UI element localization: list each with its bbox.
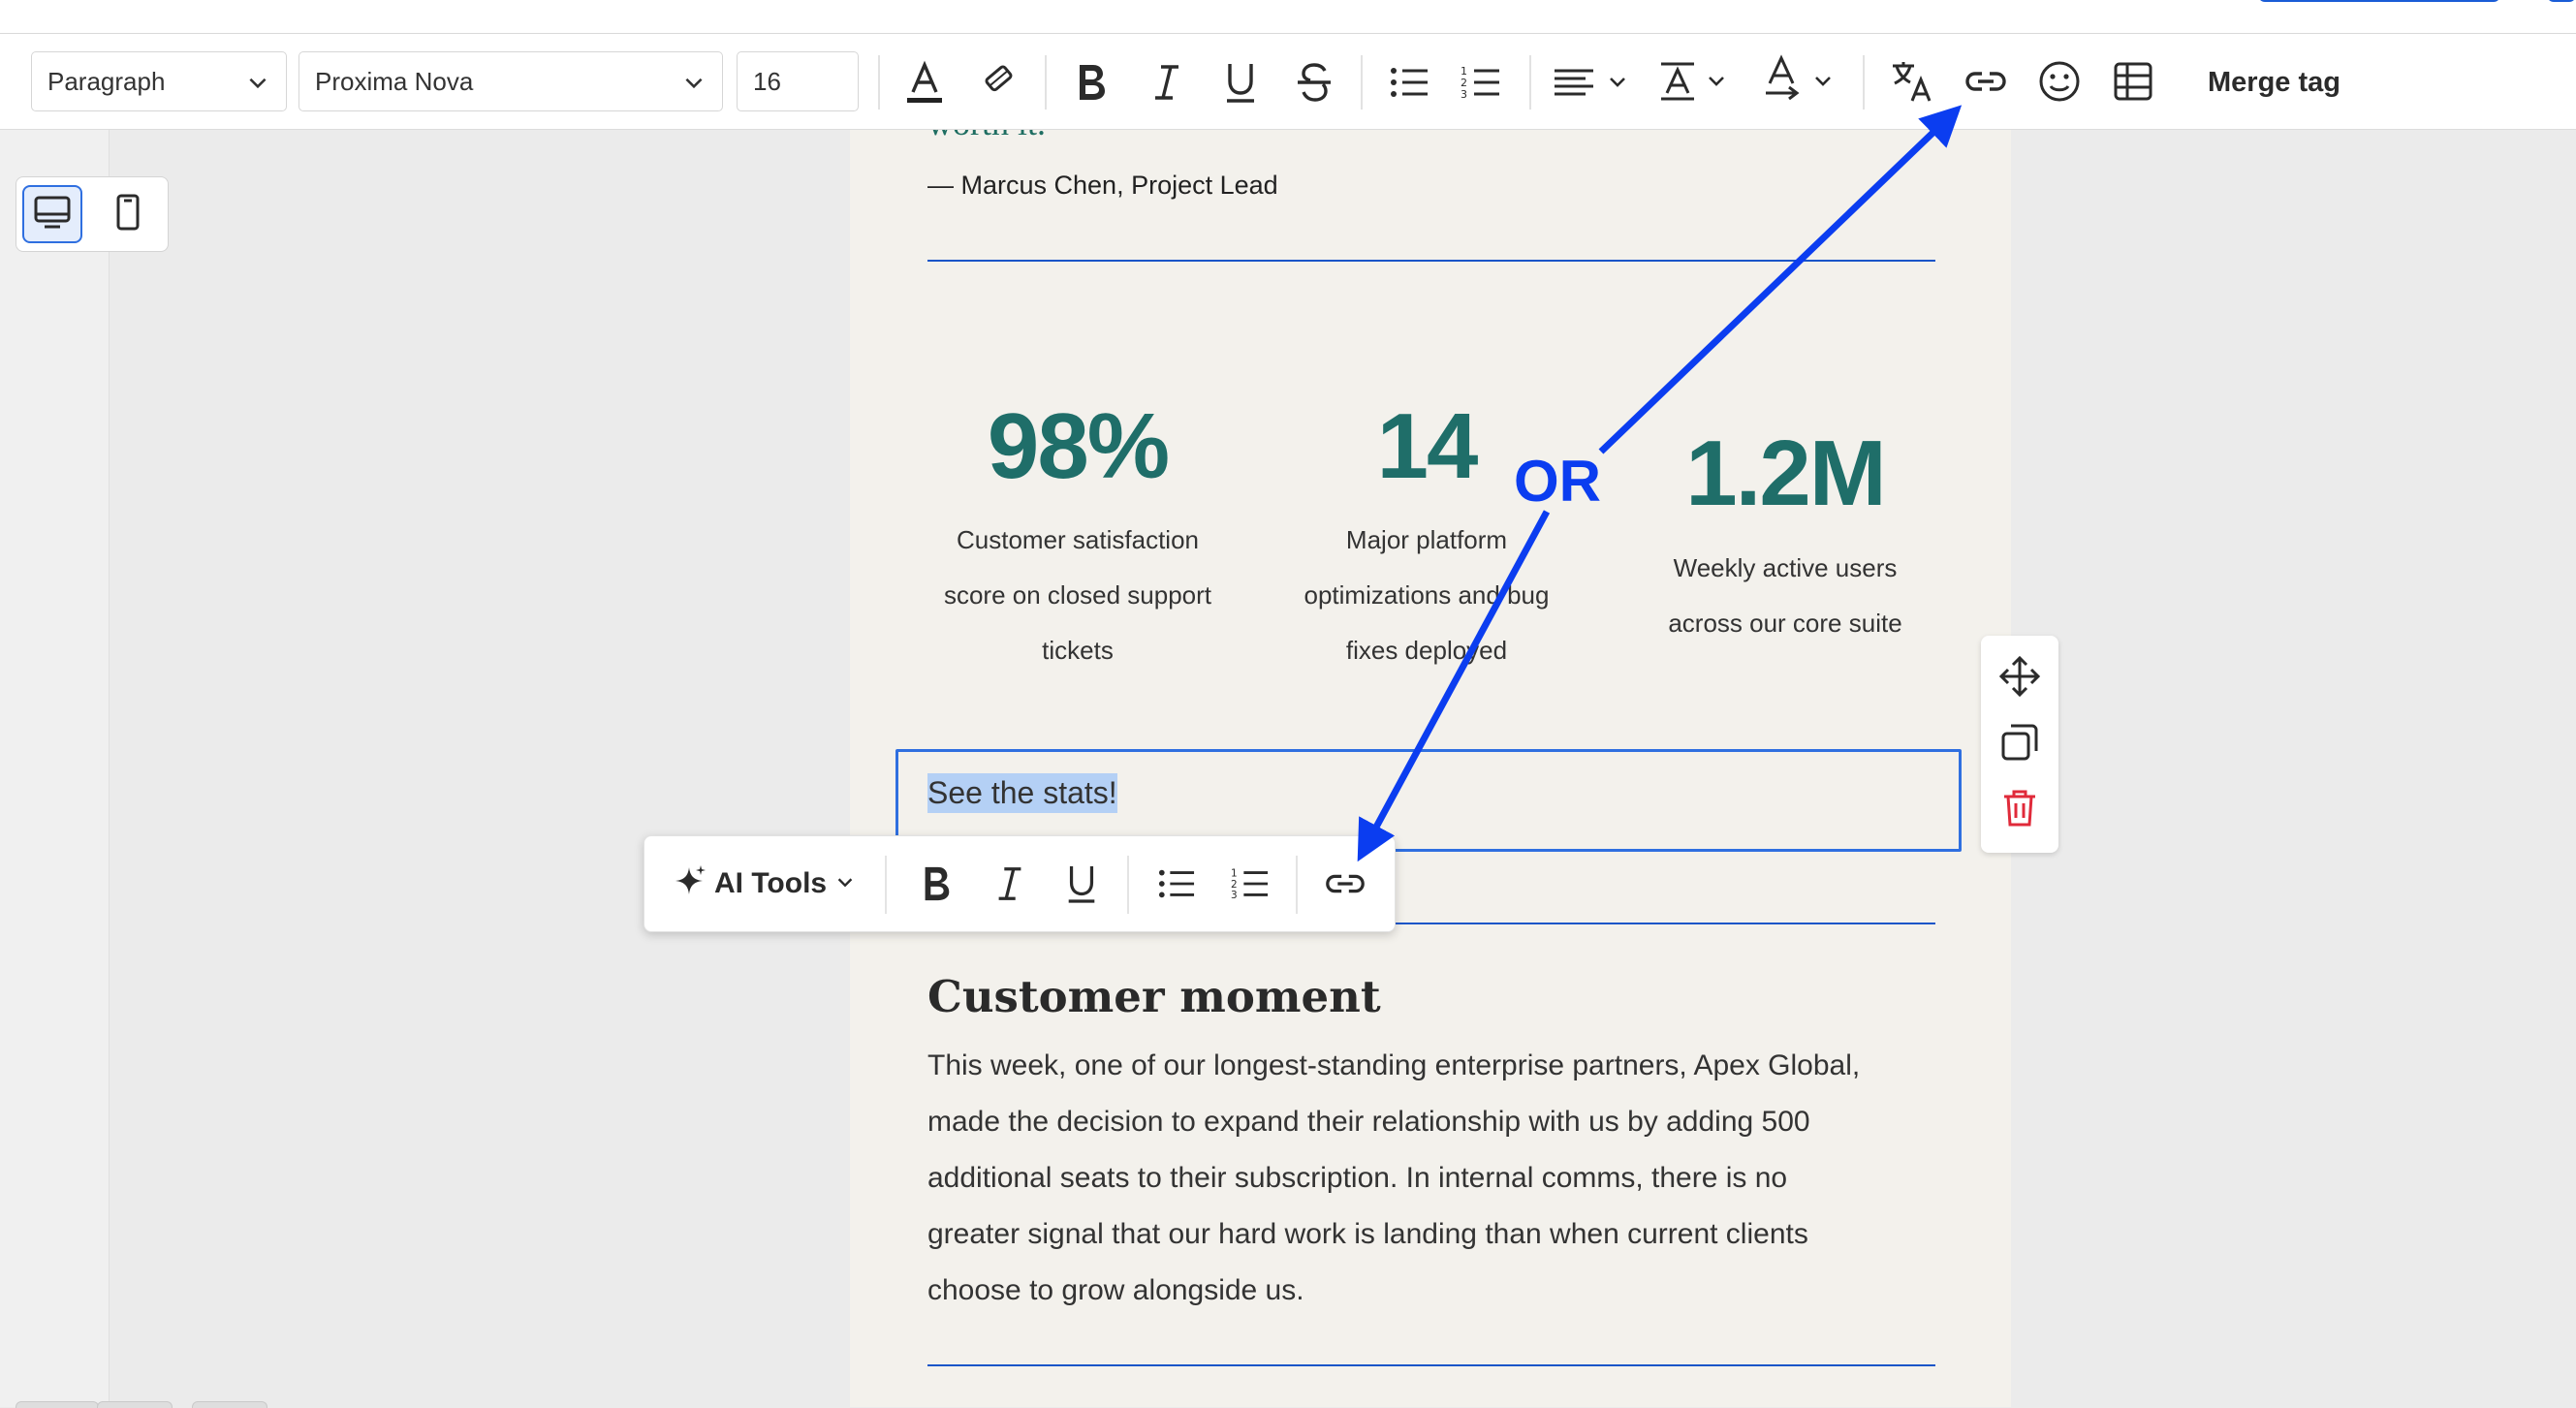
- paragraph-line: made the decision to expand their relati…: [927, 1106, 1810, 1138]
- strikethrough-icon[interactable]: [1289, 57, 1339, 108]
- quote-author: — Marcus Chen, Project Lead: [927, 171, 1278, 200]
- bold-icon[interactable]: [1066, 57, 1116, 108]
- toolbar-divider: [1361, 55, 1363, 110]
- divider: [927, 1364, 1935, 1366]
- translate-icon[interactable]: [1886, 55, 1938, 108]
- toolbar-divider: [1127, 856, 1129, 914]
- toolbar-divider: [1296, 856, 1298, 914]
- numbered-list-icon[interactable]: 123: [1456, 57, 1506, 108]
- publish-button-edge[interactable]: [2258, 0, 2500, 2]
- or-annotation: OR: [1514, 449, 1601, 514]
- toolbar-divider: [878, 55, 880, 110]
- link-icon[interactable]: [1960, 55, 2012, 108]
- block-tools: [1981, 636, 2058, 853]
- stat-line: optimizations and bug: [1304, 580, 1550, 610]
- top-strip: [0, 0, 2576, 34]
- ai-tools-label: AI Tools: [714, 867, 828, 899]
- paragraph-line: This week, one of our longest-standing e…: [927, 1049, 1861, 1081]
- formatting-toolbar: Paragraph Proxima Nova 16 123 Merge tag: [0, 34, 2576, 130]
- stat-description: Weekly active users across our core suit…: [1616, 541, 1955, 651]
- font-family-value: Proxima Nova: [315, 66, 474, 96]
- stat-description: Customer satisfaction score on closed su…: [908, 513, 1247, 678]
- table-icon[interactable]: [2107, 55, 2159, 108]
- block-style-value: Paragraph: [47, 66, 166, 96]
- numbered-list-icon[interactable]: 123: [1224, 858, 1276, 910]
- italic-icon[interactable]: [984, 858, 1036, 910]
- stat-line: Major platform: [1345, 525, 1508, 554]
- left-panel: [0, 130, 110, 1407]
- section-paragraph: This week, one of our longest-standing e…: [927, 1038, 1955, 1319]
- header-button-edge[interactable]: [2547, 0, 2576, 2]
- text-direction-icon[interactable]: [1762, 51, 1845, 111]
- svg-text:1: 1: [1231, 867, 1238, 879]
- text-format-icon[interactable]: [1657, 55, 1741, 110]
- svg-text:3: 3: [1231, 890, 1238, 901]
- stat-line: Weekly active users: [1673, 553, 1898, 582]
- italic-icon[interactable]: [1142, 57, 1192, 108]
- text-color-icon[interactable]: [899, 57, 950, 108]
- toolbar-divider: [1863, 55, 1865, 110]
- font-size-value: 16: [753, 66, 781, 96]
- move-icon[interactable]: [1998, 655, 2041, 698]
- chevron-down-icon: [834, 867, 856, 900]
- stat-value: 98%: [987, 394, 1170, 498]
- underline-icon[interactable]: [1055, 858, 1108, 910]
- font-size-input[interactable]: 16: [737, 51, 859, 111]
- emoji-icon[interactable]: [2033, 55, 2086, 108]
- stat-line: tickets: [1042, 636, 1114, 665]
- email-canvas: worth it. — Marcus Chen, Project Lead 98…: [850, 130, 2011, 1407]
- stat-description: Major platform optimizations and bug fix…: [1257, 513, 1596, 678]
- paragraph-line: additional seats to their subscription. …: [927, 1162, 1788, 1194]
- chevron-down-icon: [681, 70, 707, 102]
- stat-line: across our core suite: [1668, 609, 1902, 638]
- link-icon[interactable]: [1317, 858, 1373, 910]
- divider: [927, 260, 1935, 262]
- mobile-icon: [114, 193, 141, 236]
- paragraph-line: choose to grow alongside us.: [927, 1274, 1304, 1306]
- merge-tag-button[interactable]: Merge tag: [2208, 63, 2340, 102]
- paragraph-line: greater signal that our hard work is lan…: [927, 1218, 1808, 1250]
- svg-text:3: 3: [1461, 88, 1467, 101]
- duplicate-icon[interactable]: [1998, 721, 2041, 764]
- bulleted-list-icon[interactable]: [1150, 858, 1203, 910]
- inline-toolbar: AI Tools 123: [644, 835, 1396, 932]
- toolbar-divider: [1045, 55, 1047, 110]
- quote-text: worth it.: [927, 130, 1046, 143]
- stat-value: 1.2M: [1685, 422, 1886, 525]
- font-family-select[interactable]: Proxima Nova: [298, 51, 723, 111]
- block-style-select[interactable]: Paragraph: [31, 51, 287, 111]
- underline-icon[interactable]: [1215, 57, 1266, 108]
- desktop-icon: [33, 195, 72, 235]
- section-heading: Customer moment: [927, 971, 1381, 1022]
- svg-text:2: 2: [1231, 879, 1238, 891]
- stat-line: Customer satisfaction: [957, 525, 1199, 554]
- sparkle-icon: [674, 863, 707, 904]
- toolbar-divider: [885, 856, 887, 914]
- bold-icon[interactable]: [910, 858, 962, 910]
- align-icon[interactable]: [1551, 57, 1634, 108]
- device-toggle: [16, 176, 169, 252]
- chevron-down-icon: [245, 70, 270, 102]
- mobile-view-button[interactable]: [98, 185, 158, 243]
- desktop-view-button[interactable]: [22, 185, 82, 243]
- delete-icon[interactable]: [1998, 787, 2041, 829]
- toolbar-divider: [1529, 55, 1531, 110]
- stat-line: score on closed support: [943, 580, 1212, 610]
- bulleted-list-icon[interactable]: [1384, 57, 1434, 108]
- ai-tools-button[interactable]: AI Tools: [674, 860, 856, 908]
- selected-text[interactable]: See the stats!: [927, 773, 1117, 813]
- highlight-icon[interactable]: [974, 55, 1024, 106]
- stat-line: fixes deployed: [1345, 636, 1508, 665]
